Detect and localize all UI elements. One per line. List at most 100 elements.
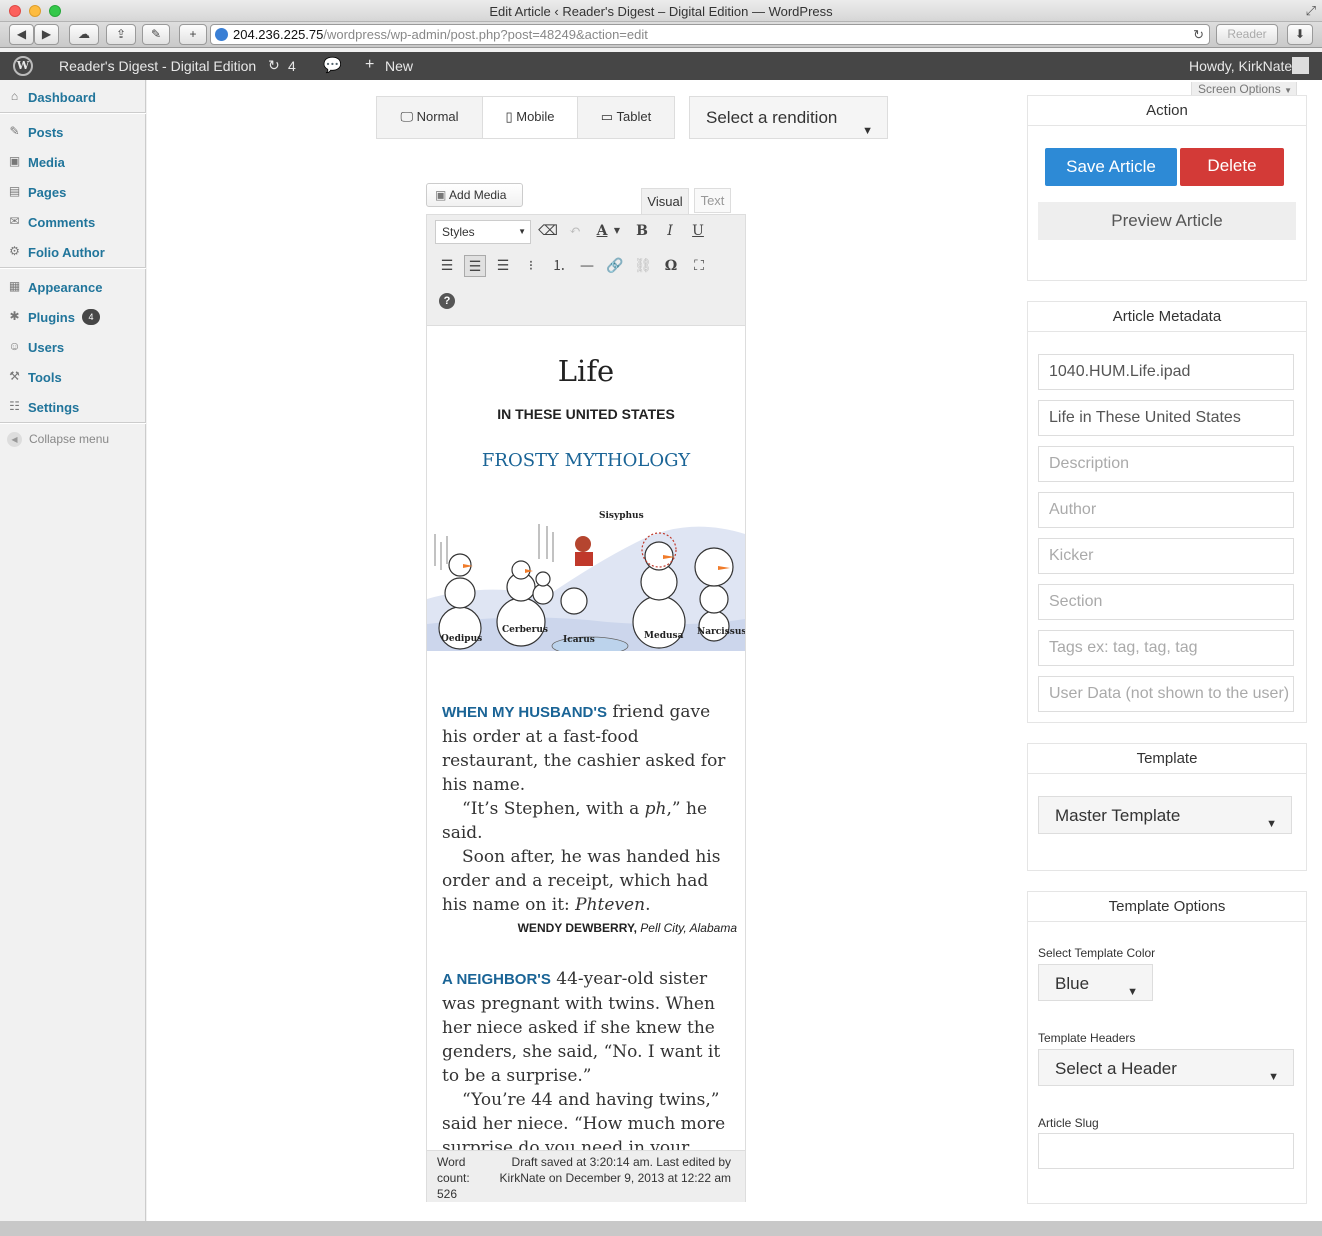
- settings-icon: ☷: [9, 399, 20, 413]
- users-icon: ☺: [8, 339, 21, 353]
- description-field[interactable]: Description: [1038, 446, 1294, 482]
- sidebar-divider: [0, 112, 146, 114]
- updates-count[interactable]: 4: [288, 58, 296, 74]
- horizontal-scrollbar[interactable]: [0, 1221, 1322, 1236]
- tab-text[interactable]: Text: [694, 188, 731, 213]
- add-media-label: Add Media: [449, 188, 507, 202]
- kicker-field[interactable]: Kicker: [1038, 538, 1294, 574]
- styles-dropdown[interactable]: Styles ▼: [435, 220, 531, 244]
- sidebar-item-settings[interactable]: ☷ Settings: [0, 392, 146, 422]
- wrench-icon: ✎: [150, 27, 162, 41]
- delete-button[interactable]: Delete: [1180, 148, 1284, 186]
- device-tablet-button[interactable]: ▭ Tablet: [577, 96, 675, 139]
- admin-sidebar: ⌂ Dashboard ✎ Posts ▣ Media ▤ Pages ✉ Comment…: [0, 80, 146, 1221]
- text-color-dropdown-icon[interactable]: ▼: [611, 220, 623, 242]
- text-color-icon[interactable]: A: [591, 220, 613, 242]
- user-data-field[interactable]: User Data (not shown to the user): [1038, 676, 1294, 712]
- draft-status: Draft saved at 3:20:14 am. Last edited b…: [499, 1155, 731, 1185]
- tab-visual[interactable]: Visual: [641, 188, 689, 215]
- back-button[interactable]: ◀: [9, 24, 34, 45]
- bullet-list-icon[interactable]: ⁝: [520, 255, 542, 277]
- sidebar-item-label: Dashboard: [28, 90, 96, 105]
- rendition-select[interactable]: Select a rendition ▼: [689, 96, 888, 139]
- fullscreen-icon[interactable]: ⛶: [688, 255, 710, 277]
- sidebar-item-appearance[interactable]: ▦ Appearance: [0, 272, 146, 302]
- template-headers-label: Template Headers: [1038, 1031, 1136, 1045]
- reload-icon[interactable]: ↻: [1193, 25, 1204, 44]
- numbered-list-icon[interactable]: ⒈: [548, 255, 570, 277]
- save-article-button[interactable]: Save Article: [1045, 148, 1177, 186]
- underline-icon[interactable]: U: [687, 220, 709, 242]
- template-options-panel-title: Template Options: [1028, 892, 1306, 922]
- share-button[interactable]: ⇪: [106, 24, 136, 45]
- sidebar-item-dashboard[interactable]: ⌂ Dashboard: [0, 82, 146, 112]
- preview-article-button[interactable]: Preview Article: [1038, 202, 1296, 240]
- icloud-tabs-button[interactable]: ☁: [69, 24, 99, 45]
- label-narcissus: Narcissus: [697, 627, 745, 637]
- sidebar-item-folio-author[interactable]: ⚙ Folio Author: [0, 237, 146, 267]
- align-center-icon[interactable]: ☰: [464, 255, 486, 277]
- sidebar-item-label: Posts: [28, 125, 64, 140]
- sidebar-item-label: Settings: [28, 400, 80, 415]
- fullscreen-icon[interactable]: ⤢: [1306, 3, 1316, 19]
- italic-icon[interactable]: I: [659, 220, 681, 242]
- avatar[interactable]: [1292, 57, 1309, 74]
- author-field[interactable]: Author: [1038, 492, 1294, 528]
- undo-icon[interactable]: ↶: [564, 220, 586, 242]
- template-headers-select[interactable]: Select a Header ▼: [1038, 1049, 1294, 1086]
- story-1-text-2i: ph: [644, 799, 667, 819]
- sidebar-item-users[interactable]: ☺ Users: [0, 332, 146, 362]
- editor-content[interactable]: Life IN THESE UNITED STATES FROSTY MYTHO…: [427, 326, 745, 1150]
- add-media-button[interactable]: ▣ Add Media: [426, 183, 523, 207]
- sidebar-item-pages[interactable]: ▤ Pages: [0, 177, 146, 207]
- bold-icon[interactable]: B: [631, 220, 653, 242]
- horizontal-rule-icon[interactable]: —: [576, 255, 598, 277]
- sidebar-item-comments[interactable]: ✉ Comments: [0, 207, 146, 237]
- unlink-icon[interactable]: ⛓: [632, 255, 654, 277]
- updates-icon[interactable]: ↻: [268, 57, 280, 74]
- downloads-button[interactable]: ⬇: [1287, 24, 1313, 45]
- url-host: 204.236.225.75: [233, 27, 324, 42]
- comments-icon[interactable]: 💬: [323, 56, 342, 74]
- template-color-select[interactable]: Blue ▼: [1038, 964, 1153, 1001]
- url-path: /wordpress/wp-admin/post.php?post=48249&…: [323, 27, 648, 42]
- plugins-count-badge: 4: [82, 309, 100, 325]
- sidebar-item-media[interactable]: ▣ Media: [0, 147, 146, 177]
- sidebar-item-tools[interactable]: ⚒ Tools: [0, 362, 146, 392]
- site-name-link[interactable]: Reader's Digest - Digital Edition: [59, 58, 256, 74]
- address-bar[interactable]: 204.236.225.75/wordpress/wp-admin/post.p…: [210, 24, 1210, 45]
- title-field[interactable]: Life in These United States: [1038, 400, 1294, 436]
- new-content-link[interactable]: New: [385, 58, 413, 74]
- special-character-icon[interactable]: Ω: [660, 255, 682, 277]
- device-mobile-button[interactable]: ▯ Mobile: [482, 96, 578, 139]
- label-sisyphus: Sisyphus: [599, 511, 644, 521]
- tags-field[interactable]: Tags ex: tag, tag, tag: [1038, 630, 1294, 666]
- new-tab-button[interactable]: +: [179, 24, 207, 45]
- sidebar-item-posts[interactable]: ✎ Posts: [0, 117, 146, 147]
- device-tablet-label: Tablet: [616, 109, 652, 124]
- sidebar-item-plugins[interactable]: ✱ Plugins 4: [0, 302, 146, 332]
- reader-button[interactable]: Reader: [1216, 24, 1278, 45]
- plus-icon: +: [365, 56, 375, 73]
- account-greeting[interactable]: Howdy, KirkNate: [1189, 58, 1292, 74]
- download-icon: ⬇: [1294, 27, 1306, 41]
- tools-button[interactable]: ✎: [142, 24, 170, 45]
- forward-button[interactable]: ▶: [34, 24, 59, 45]
- desktop-icon: 🖵: [400, 109, 413, 124]
- article-slug-field[interactable]: [1038, 1133, 1294, 1169]
- clear-formatting-icon[interactable]: ⌫: [537, 220, 559, 242]
- appearance-icon: ▦: [8, 279, 21, 293]
- wordpress-logo-icon[interactable]: W: [13, 56, 33, 76]
- section-field[interactable]: Section: [1038, 584, 1294, 620]
- collapse-menu-button[interactable]: ◀ Collapse menu: [0, 426, 146, 456]
- sidebar-divider: [0, 422, 146, 424]
- folio-name-field[interactable]: 1040.HUM.Life.ipad: [1038, 354, 1294, 390]
- editor-status-bar: Word count: 526 Draft saved at 3:20:14 am…: [427, 1150, 745, 1202]
- device-normal-button[interactable]: 🖵 Normal: [376, 96, 483, 139]
- link-icon[interactable]: 🔗: [604, 255, 626, 277]
- align-right-icon[interactable]: ☰: [492, 255, 514, 277]
- help-icon[interactable]: ?: [436, 289, 458, 311]
- template-select[interactable]: Master Template ▼: [1038, 796, 1292, 834]
- align-left-icon[interactable]: ☰: [436, 255, 458, 277]
- story-1-byline: WENDY DEWBERRY, Pell City, Alabama: [442, 921, 737, 935]
